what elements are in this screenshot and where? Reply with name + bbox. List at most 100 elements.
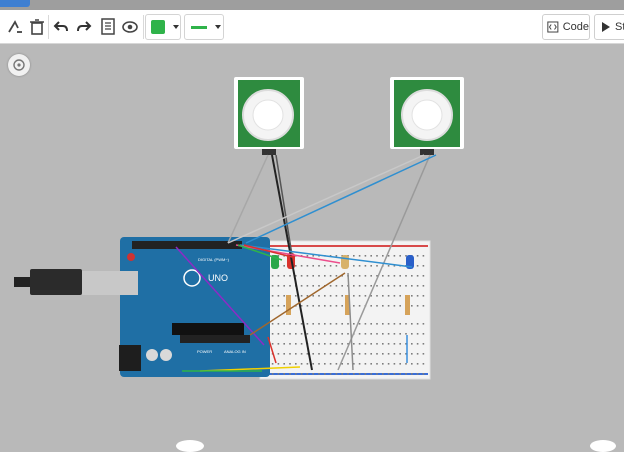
breadboard-hole xyxy=(335,363,338,365)
breadboard-hole xyxy=(318,323,320,325)
breadboard-hole xyxy=(318,373,320,375)
breadboard-hole xyxy=(335,265,338,267)
breadboard-hole xyxy=(393,255,396,257)
breadboard-hole xyxy=(353,295,355,297)
breadboard-hole xyxy=(399,255,401,257)
breadboard-hole xyxy=(370,255,372,257)
breadboard-hole xyxy=(329,285,332,287)
breadboard-hole xyxy=(329,305,332,307)
breadboard-hole xyxy=(399,353,401,355)
breadboard-hole xyxy=(324,265,326,267)
breadboard-hole xyxy=(387,363,390,365)
board-brand-label: UNO xyxy=(208,273,228,283)
breadboard-hole xyxy=(364,333,367,335)
breadboard-hole xyxy=(376,363,378,365)
visibility-icon[interactable] xyxy=(119,16,141,38)
start-simulation-button[interactable]: St xyxy=(594,14,624,40)
breadboard-hole xyxy=(300,295,303,297)
undo-icon[interactable] xyxy=(50,16,72,38)
breadboard-hole xyxy=(405,373,407,375)
arduino-uno-board[interactable]: UNO DIGITAL (PWM~) POWER ANALOG IN xyxy=(14,237,270,377)
breadboard-hole xyxy=(387,333,390,335)
breadboard-hole xyxy=(335,255,338,257)
breadboard-hole xyxy=(364,373,367,375)
breadboard-hole xyxy=(289,275,291,277)
breadboard-hole xyxy=(324,305,326,307)
rotate-icon[interactable] xyxy=(4,16,26,38)
breadboard-hole xyxy=(387,323,390,325)
breadboard-hole xyxy=(376,373,378,375)
breadboard-hole xyxy=(283,295,285,297)
breadboard-hole xyxy=(277,285,280,287)
canvas-artifact xyxy=(176,440,204,452)
breadboard-hole xyxy=(387,295,390,297)
breadboard-hole xyxy=(358,305,361,307)
wire-style-button[interactable] xyxy=(184,14,224,40)
breadboard-hole xyxy=(271,285,274,287)
breadboard-hole xyxy=(289,333,291,335)
breadboard-hole xyxy=(347,363,349,365)
breadboard-hole xyxy=(324,323,326,325)
pir-sensor-2[interactable] xyxy=(390,77,464,155)
breadboard-hole xyxy=(353,305,355,307)
breadboard-hole xyxy=(306,305,309,307)
breadboard-hole xyxy=(329,373,332,375)
redo-icon[interactable] xyxy=(73,16,95,38)
breadboard-hole xyxy=(382,285,384,287)
breadboard-hole xyxy=(422,323,425,325)
breadboard-hole xyxy=(376,285,378,287)
breadboard-hole xyxy=(370,333,372,335)
breadboard-hole xyxy=(364,275,367,277)
breadboard-hole xyxy=(416,353,419,355)
breadboard-hole xyxy=(387,305,390,307)
resistor-1[interactable] xyxy=(286,295,291,315)
resistor-3[interactable] xyxy=(405,295,410,315)
breadboard-hole xyxy=(382,275,384,277)
breadboard-hole xyxy=(300,343,303,345)
breadboard-hole xyxy=(364,353,367,355)
breadboard-hole xyxy=(324,333,326,335)
breadboard-hole xyxy=(411,275,413,277)
breadboard-hole xyxy=(370,285,372,287)
breadboard-hole xyxy=(399,275,401,277)
breadboard-hole xyxy=(283,363,285,365)
breadboard-hole xyxy=(422,343,425,345)
breadboard-hole xyxy=(370,363,372,365)
breadboard-hole xyxy=(422,353,425,355)
breadboard-hole xyxy=(324,363,326,365)
breadboard-hole xyxy=(318,305,320,307)
breadboard-hole xyxy=(341,295,343,297)
breadboard-hole xyxy=(399,285,401,287)
breadboard-hole xyxy=(312,275,314,277)
breadboard-hole xyxy=(411,295,413,297)
breadboard-hole xyxy=(312,373,314,375)
breadboard-hole xyxy=(411,343,413,345)
resistor-top[interactable] xyxy=(341,255,349,269)
chevron-down-icon xyxy=(215,25,221,29)
code-button[interactable]: Code xyxy=(542,14,590,40)
breadboard-hole xyxy=(370,305,372,307)
breadboard-hole xyxy=(341,323,343,325)
notes-icon[interactable] xyxy=(97,16,119,38)
breadboard-hole xyxy=(399,295,401,297)
delete-icon[interactable] xyxy=(26,16,48,38)
code-icon xyxy=(547,21,559,33)
breadboard-hole xyxy=(416,255,419,257)
breadboard-hole xyxy=(335,353,338,355)
pir-sensor-1[interactable] xyxy=(234,77,304,155)
breadboard-hole xyxy=(329,363,332,365)
breadboard-hole xyxy=(416,373,419,375)
digital-pins-label: DIGITAL (PWM~) xyxy=(198,257,230,262)
breadboard-hole xyxy=(370,265,372,267)
breadboard-hole xyxy=(370,373,372,375)
color-picker-button[interactable] xyxy=(145,14,181,40)
breadboard-hole xyxy=(318,333,320,335)
breadboard-hole xyxy=(376,305,378,307)
chevron-down-icon xyxy=(173,25,179,29)
breadboard-hole xyxy=(306,333,309,335)
breadboard-hole xyxy=(318,353,320,355)
breadboard-hole xyxy=(370,275,372,277)
breadboard-hole xyxy=(376,343,378,345)
circuit-canvas[interactable]: UNO DIGITAL (PWM~) POWER ANALOG IN xyxy=(0,45,624,447)
breadboard-hole xyxy=(324,295,326,297)
